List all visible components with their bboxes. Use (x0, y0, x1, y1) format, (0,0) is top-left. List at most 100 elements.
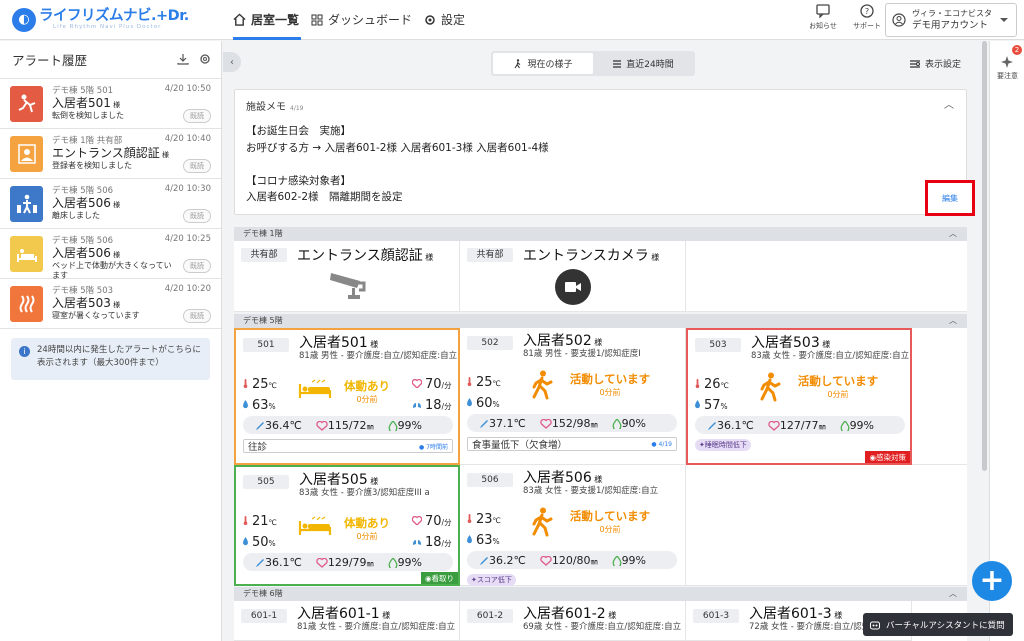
blood-pressure: 129/79 (327, 555, 367, 569)
resident-name: 入居者502 (523, 333, 592, 349)
honorific: 様 (370, 340, 379, 349)
honorific: 様 (113, 251, 121, 259)
alert-time: 4/20 10:30 (164, 184, 211, 194)
bed-activity-icon (298, 379, 332, 398)
virtual-assistant-button[interactable]: バーチャルアシスタントに質問 (863, 613, 1013, 636)
read-badge[interactable]: 既読 (183, 109, 211, 123)
honorific: 様 (113, 201, 121, 209)
floor-header-1[interactable]: デモ棟 1階 ︿ (234, 227, 967, 241)
memo-date: 4/19 (290, 105, 304, 112)
alert-resident-name: エントランス顔認証 (52, 146, 160, 160)
sparkle-icon (1000, 56, 1013, 68)
resident-card[interactable]: 601-1 入居者601-1 様 81歳 女性 - 要介護度:自立/認知症度:自… (234, 601, 460, 641)
temperature-unit: ℃ (720, 381, 729, 390)
alert-item[interactable]: デモ棟 5階 506 4/20 10:25 入居者506 様 ベッド上で体動が大… (0, 229, 221, 280)
gear-icon[interactable] (199, 53, 211, 65)
chevron-up-icon[interactable]: ︿ (944, 96, 954, 111)
humidity-unit: % (268, 402, 276, 411)
blood-pressure: 152/98 (551, 416, 591, 430)
notifications-button[interactable]: お知らせ (804, 4, 842, 31)
read-badge[interactable]: 既読 (183, 209, 211, 223)
walking-icon (515, 58, 521, 68)
alert-item[interactable]: デモ棟 5階 506 4/20 10:30 入居者506 様 離床しました 既読 (0, 179, 221, 229)
logo-subtext: Life Rhythm Navi Plus Doctor (53, 24, 162, 30)
read-badge[interactable]: 既読 (183, 259, 211, 273)
download-icon[interactable] (177, 53, 189, 65)
temperature-value: 23 (476, 512, 493, 527)
temperature-value: 25 (476, 375, 493, 390)
alert-time: 4/20 10:40 (164, 134, 211, 144)
read-badge[interactable]: 既読 (183, 159, 211, 173)
floor-header-5[interactable]: デモ棟 5階 ︿ (234, 314, 967, 328)
status-time: 0分前 (599, 525, 621, 534)
thermometer-icon (467, 514, 472, 523)
tab-dashboard[interactable]: ダッシュボード (305, 0, 418, 40)
robot-icon (870, 621, 880, 629)
score-chip[interactable]: ✦ 睡眠時間低下 (695, 439, 751, 451)
scrollbar[interactable] (982, 41, 987, 471)
resident-card[interactable]: 502 入居者502 様 81歳 男性 - 要支援1/認知症度I 25℃ 60% … (460, 328, 686, 465)
read-badge[interactable]: 既読 (183, 309, 211, 323)
current-view-button[interactable]: 現在の様子 (493, 53, 593, 74)
camera-card[interactable]: 共有部 エントランスカメラ 様 (460, 241, 686, 312)
shared-area-badge: 共有部 (467, 248, 513, 262)
room-temperature: 26℃ (694, 377, 729, 392)
alert-item[interactable]: デモ棟 5階 501 4/20 10:50 入居者501 様 転倒を検知しました… (0, 79, 221, 129)
app-logo[interactable]: ◐ ライフリズムナビ.+Dr. Life Rhythm Navi Plus Do… (12, 7, 227, 32)
oxygen-icon (388, 420, 398, 431)
resident-info: 83歳 女性 - 要支援1/認知症度:自立 (523, 486, 659, 496)
memo-title: 施設メモ (246, 102, 286, 113)
account-menu[interactable]: ヴィラ・エコナビスタ デモ用アカウント (885, 3, 1017, 37)
lungs-icon (413, 400, 421, 408)
status-time: 0分前 (356, 532, 378, 541)
attention-button[interactable]: 要注意 (990, 55, 1024, 81)
respiration-value: 18 (425, 535, 442, 550)
score-chip[interactable]: ✦ スコア低下 (467, 574, 516, 586)
recent24h-view-button[interactable]: 直近24時間 (593, 53, 693, 74)
activity-status: 活動しています (569, 509, 651, 523)
resident-card[interactable]: 505 入居者505 様 83歳 女性 - 要介護3/認知症度III a 21℃ … (234, 465, 460, 586)
grid-icon (311, 14, 323, 25)
add-button[interactable]: + (972, 561, 1012, 601)
care-note[interactable]: 往診 ● 7時間前 (243, 439, 453, 453)
resident-card[interactable]: 506 入居者506 様 83歳 女性 - 要支援1/認知症度:自立 23℃ 63… (460, 465, 686, 586)
bp-unit: ㎜ (818, 422, 826, 431)
alert-item[interactable]: デモ棟 5階 503 4/20 10:20 入居者503 様 寝室が暑くなってい… (0, 279, 221, 329)
humidity-icon (467, 535, 472, 544)
resident-card[interactable]: 503 入居者503 様 83歳 女性 - 要介護度:自立/認知症度:自立 26℃… (686, 328, 912, 465)
bed-exit-icon (10, 186, 43, 222)
resident-info: 83歳 女性 - 要介護度:自立/認知症度:自立 (751, 351, 910, 361)
resident-card[interactable]: 501 入居者501 様 81歳 男性 - 要介護度:自立/認知症度:自立 25℃… (234, 328, 460, 465)
room-temperature: 25℃ (466, 375, 501, 390)
room-number: 503 (695, 338, 741, 352)
body-temperature: 36.2℃ (489, 553, 526, 567)
common-area-card[interactable]: 共有部 エントランス顔認証 様 (234, 241, 460, 312)
support-button[interactable]: ? サポート (848, 4, 886, 31)
floor-header-6[interactable]: デモ棟 6階 ︿ (234, 587, 967, 601)
care-note[interactable]: 食事量低下（欠食増） ● 4/19 (467, 437, 677, 451)
body-temperature: 36.4℃ (265, 418, 302, 432)
collapse-sidebar-button[interactable]: ‹ (223, 52, 241, 72)
room-humidity: 50% (242, 535, 276, 550)
display-settings-button[interactable]: 表示設定 (909, 57, 961, 70)
memo-edit-button[interactable]: 編集 (925, 180, 975, 216)
body-temperature: 36.1℃ (717, 418, 754, 432)
blood-pressure-icon (540, 418, 552, 429)
chevron-up-icon: ︿ (949, 316, 957, 325)
temperature-unit: ℃ (268, 518, 277, 527)
tab-settings[interactable]: 設定 (418, 0, 471, 40)
help-icon: ? (860, 4, 874, 18)
honorific: 様 (425, 253, 434, 262)
tab-room-list-label: 居室一覧 (251, 13, 300, 27)
resident-card[interactable]: 601-2 入居者601-2 様 69歳 女性 - 要介護度:自立/認知症度:自… (460, 601, 686, 641)
tab-settings-label: 設定 (441, 13, 466, 27)
tab-room-list[interactable]: 居室一覧 (227, 0, 305, 40)
honorific: 様 (162, 151, 169, 159)
resident-info: 81歳 男性 - 要支援1/認知症度I (523, 349, 641, 359)
care-note-text: 往診 (248, 442, 268, 453)
alert-item[interactable]: デモ棟 1階 共有部 4/20 10:40 エントランス顔認証 様 登録者を検知… (0, 129, 221, 179)
empty-cell (686, 241, 967, 312)
thermometer-pen-icon (256, 421, 264, 430)
vitals-summary: 36.1℃ 129/79㎜ 99% (243, 553, 453, 571)
video-camera-icon[interactable] (555, 269, 591, 305)
